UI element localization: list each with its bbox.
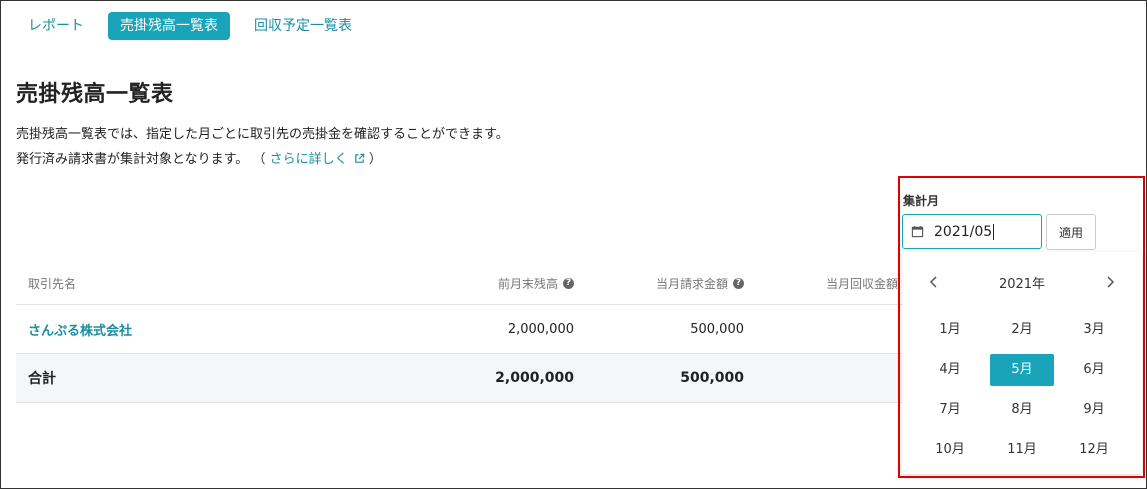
description-text: 発行済み請求書が集計対象となります。 — [16, 152, 249, 167]
header-prev-balance: 前月末残高 ? — [498, 262, 574, 304]
total-month-billing: 500,000 — [680, 370, 744, 386]
header-month-billing: 当月請求金額 ? — [656, 262, 744, 304]
total-prev-balance: 2,000,000 — [495, 370, 574, 386]
learn-more-label: さらに詳しく — [269, 152, 348, 167]
learn-more-link[interactable]: さらに詳しく — [270, 152, 369, 167]
description-line-2: 発行済み請求書が集計対象となります。 （ さらに詳しく ） — [16, 148, 382, 167]
header-month-collection: 当月回収金額 — [826, 276, 899, 291]
total-label: 合計 — [28, 371, 56, 387]
top-nav: レポート 売掛残高一覧表 回収予定一覧表 — [16, 12, 364, 40]
highlight-box — [898, 176, 1145, 478]
external-link-icon — [355, 153, 364, 163]
table-row: さんぷる株式会社 2,000,000 500,000 — [16, 305, 916, 354]
nav-report[interactable]: レポート — [16, 12, 96, 40]
header-month-billing-label: 当月請求金額 — [655, 276, 728, 291]
client-link[interactable]: さんぷる株式会社 — [28, 305, 132, 353]
table-header-row: 取引先名 前月末残高 ? 当月請求金額 ? 当月回収金額 — [16, 262, 916, 305]
table-total-row: 合計 2,000,000 500,000 — [16, 354, 916, 403]
paren-open: （ — [252, 152, 266, 167]
page-title: 売掛残高一覧表 — [16, 82, 174, 107]
help-icon[interactable]: ? — [563, 277, 574, 289]
help-icon[interactable]: ? — [733, 277, 744, 289]
header-client: 取引先名 — [28, 276, 77, 291]
nav-receivable-balance[interactable]: 売掛残高一覧表 — [108, 12, 230, 40]
month-billing-value: 500,000 — [690, 321, 744, 337]
receivable-table: 取引先名 前月末残高 ? 当月請求金額 ? 当月回収金額 さんぷる株式会社 2,… — [16, 262, 916, 403]
prev-balance-value: 2,000,000 — [507, 321, 574, 337]
paren-close: ） — [368, 152, 382, 167]
nav-collection-schedule[interactable]: 回収予定一覧表 — [242, 12, 364, 40]
description-line-1: 売掛残高一覧表では、指定した月ごとに取引先の売掛金を確認することができます。 — [16, 127, 509, 142]
header-prev-balance-label: 前月末残高 — [497, 276, 558, 291]
